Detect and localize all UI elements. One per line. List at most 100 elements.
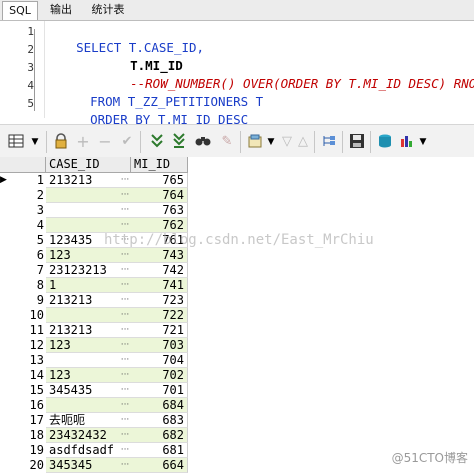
cell-mi-id[interactable]: 743 — [131, 248, 188, 263]
line-number: 5 — [27, 97, 34, 110]
cell-case-id[interactable] — [46, 308, 122, 323]
cell-case-id[interactable] — [46, 398, 122, 413]
cell-mi-id[interactable]: 681 — [131, 443, 188, 458]
line-number: 2 — [27, 43, 34, 56]
fetch-next-icon[interactable] — [148, 133, 166, 151]
row-selector[interactable] — [0, 383, 10, 398]
cell-case-id[interactable] — [46, 203, 122, 218]
cell-case-id[interactable]: 345435 — [46, 383, 122, 398]
row-number: 18 — [29, 428, 44, 442]
chevron-down-icon[interactable]: ▼ — [414, 133, 432, 151]
cell-case-id[interactable]: 123 — [46, 248, 122, 263]
cell-mi-id[interactable]: 684 — [131, 398, 188, 413]
lock-icon[interactable] — [52, 133, 70, 151]
database-icon[interactable] — [376, 133, 394, 151]
row-selector[interactable] — [0, 428, 10, 443]
editor-tabs: SQL 输出 统计表 — [0, 0, 474, 21]
cell-mi-id[interactable]: 721 — [131, 323, 188, 338]
delete-row-icon[interactable]: − — [96, 133, 114, 151]
row-selector[interactable] — [0, 218, 10, 233]
row-selector[interactable] — [0, 338, 10, 353]
cell-case-id[interactable]: 213213 — [46, 293, 122, 308]
cell-case-id[interactable]: 23123213 — [46, 263, 122, 278]
row-number: 20 — [29, 458, 44, 472]
row-selector[interactable]: ▶ — [0, 173, 10, 188]
eraser-icon[interactable]: ✎ — [218, 133, 236, 151]
cell-case-id[interactable]: 123 — [46, 338, 122, 353]
confirm-icon[interactable]: ✔ — [118, 133, 136, 151]
tab-output[interactable]: 输出 — [46, 1, 76, 19]
result-grid[interactable]: CASE_ID MI_ID ▶ 1 213213 ··· 765 2 ··· 764 3 ··· 7… — [0, 157, 474, 473]
cell-mi-id[interactable]: 704 — [131, 353, 188, 368]
row-selector[interactable] — [0, 233, 10, 248]
row-selector[interactable] — [0, 293, 10, 308]
cell-case-id[interactable]: 213213 — [46, 173, 122, 188]
column-header-case-id[interactable]: CASE_ID — [46, 157, 131, 173]
cell-mi-id[interactable]: 664 — [131, 458, 188, 473]
row-selector[interactable] — [0, 353, 10, 368]
cell-mi-id[interactable]: 703 — [131, 338, 188, 353]
separator — [314, 131, 315, 153]
cell-mi-id[interactable]: 701 — [131, 383, 188, 398]
row-selector[interactable] — [0, 263, 10, 278]
cell-case-id[interactable]: asdfdsadf — [46, 443, 122, 458]
separator — [46, 131, 47, 153]
row-number: 14 — [29, 368, 44, 382]
cell-mi-id[interactable]: 682 — [131, 428, 188, 443]
row-number: 1 — [36, 173, 44, 187]
cell-mi-id[interactable]: 765 — [131, 173, 188, 188]
cell-mi-id[interactable]: 764 — [131, 188, 188, 203]
row-selector[interactable] — [0, 398, 10, 413]
tab-statistics[interactable]: 统计表 — [88, 1, 128, 19]
row-number: 17 — [29, 413, 44, 427]
query-tree-icon[interactable] — [320, 133, 338, 151]
separator — [240, 131, 241, 153]
cell-case-id[interactable]: 1 — [46, 278, 122, 293]
line-number: 4 — [27, 79, 34, 92]
cell-mi-id[interactable]: 741 — [131, 278, 188, 293]
cell-case-id[interactable] — [46, 188, 122, 203]
chevron-down-icon[interactable]: ▼ — [26, 133, 44, 151]
separator — [342, 131, 343, 153]
row-selector[interactable] — [0, 323, 10, 338]
cell-case-id[interactable] — [46, 218, 122, 233]
cell-mi-id[interactable]: 683 — [131, 413, 188, 428]
save-icon[interactable] — [348, 133, 366, 151]
cell-case-id[interactable]: 23432432 — [46, 428, 122, 443]
row-selector[interactable] — [0, 248, 10, 263]
row-selector[interactable] — [0, 443, 10, 458]
row-selector[interactable] — [0, 413, 10, 428]
line-number: 1 — [27, 25, 34, 38]
add-row-icon[interactable]: + — [74, 133, 92, 151]
cell-case-id[interactable]: 123 — [46, 368, 122, 383]
row-selector[interactable] — [0, 308, 10, 323]
fetch-last-icon[interactable] — [170, 133, 188, 151]
line-number: 3 — [27, 61, 34, 74]
cell-case-id[interactable]: 213213 — [46, 323, 122, 338]
cell-mi-id[interactable]: 763 — [131, 203, 188, 218]
cell-mi-id[interactable]: 702 — [131, 368, 188, 383]
cell-mi-id[interactable]: 722 — [131, 308, 188, 323]
grid-view-icon[interactable] — [8, 133, 26, 151]
row-selector[interactable] — [0, 458, 10, 473]
row-number: 19 — [29, 443, 44, 457]
column-header-mi-id[interactable]: MI_ID — [131, 157, 188, 173]
cell-case-id[interactable] — [46, 353, 122, 368]
binoculars-icon[interactable] — [194, 133, 212, 151]
cell-mi-id[interactable]: 742 — [131, 263, 188, 278]
row-number: 10 — [29, 308, 44, 322]
sql-editor[interactable]: 1 2 3 4 5 SELECT T.CASE_ID, T.MI_ID --RO… — [0, 21, 474, 127]
row-number: 15 — [29, 383, 44, 397]
row-selector[interactable] — [0, 203, 10, 218]
row-selector[interactable] — [0, 278, 10, 293]
tab-sql[interactable]: SQL — [2, 1, 38, 20]
row-number: 7 — [36, 263, 44, 277]
row-selector[interactable] — [0, 368, 10, 383]
cell-case-id[interactable]: 345345 — [46, 458, 122, 473]
arrow-up-icon[interactable]: △ — [294, 133, 312, 151]
cell-mi-id[interactable]: 723 — [131, 293, 188, 308]
cell-case-id[interactable]: 去呃呃 — [46, 413, 122, 428]
cell-mi-id[interactable]: 762 — [131, 218, 188, 233]
row-selector[interactable] — [0, 188, 10, 203]
result-toolbar: ▼ + − ✔ ✎ ▼ ▽ △ ▼ — [0, 124, 474, 160]
